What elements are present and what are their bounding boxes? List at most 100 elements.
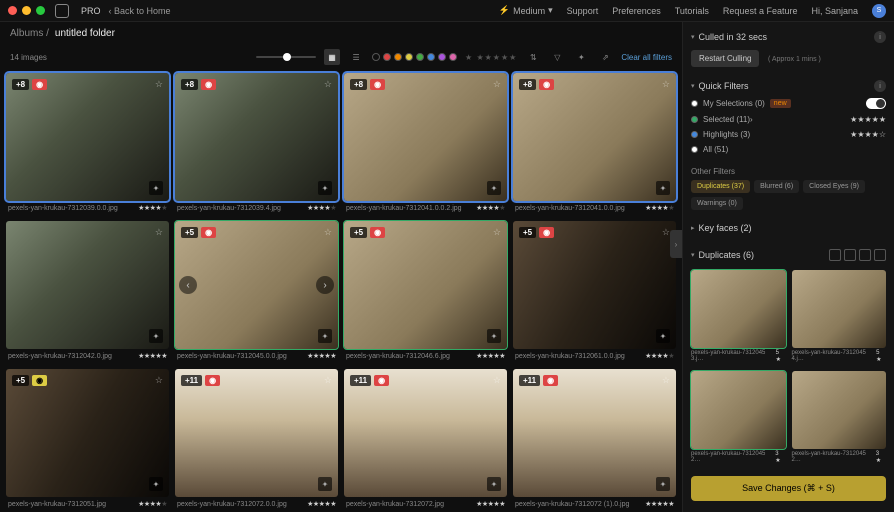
rating-stars[interactable]: ★★★★★ [645, 352, 674, 360]
spray-icon[interactable]: ✦ [318, 477, 332, 491]
image-card[interactable]: +11◉ ☆ ✦ pexels-yan-krukau-7312072.jpg★★… [344, 369, 507, 511]
star-icon[interactable]: ☆ [324, 227, 332, 238]
star-icon[interactable]: ☆ [493, 79, 501, 90]
color-orange[interactable] [394, 53, 402, 61]
spray-icon[interactable]: ✦ [656, 329, 670, 343]
spray-icon[interactable]: ✦ [149, 329, 163, 343]
grid-view-icon[interactable]: ▦ [324, 49, 340, 65]
info-icon[interactable]: i [874, 80, 886, 92]
spray-tool-icon[interactable]: ✦ [573, 49, 589, 65]
star-icon[interactable]: ☆ [662, 79, 670, 90]
star-icon[interactable]: ☆ [662, 375, 670, 386]
filter-pill[interactable]: Closed Eyes (9) [803, 180, 865, 193]
color-green[interactable] [416, 53, 424, 61]
clear-filters[interactable]: Clear all filters [621, 53, 672, 62]
culled-header[interactable]: ▾Culled in 32 secsi [691, 28, 886, 46]
filter-icon[interactable]: ▽ [549, 49, 565, 65]
image-card[interactable]: ☆ ✦ pexels-yan-krukau-7312042.0.jpg★★★★★ [6, 221, 169, 363]
quick-filters-header[interactable]: ▾Quick Filtersi [691, 77, 886, 95]
star-icon[interactable]: ☆ [324, 79, 332, 90]
nav-request[interactable]: Request a Feature [723, 6, 798, 16]
zoom-slider[interactable] [256, 56, 316, 58]
dup-view-1[interactable] [829, 249, 841, 261]
duplicates-header[interactable]: ▾Duplicates (6) [691, 246, 886, 264]
spray-icon[interactable]: ✦ [656, 181, 670, 195]
dup-view-2[interactable] [844, 249, 856, 261]
dup-view-4[interactable] [874, 249, 886, 261]
filter-toggle[interactable] [866, 98, 886, 109]
rating-stars[interactable]: ★★★★★ [476, 204, 505, 212]
duplicate-card[interactable]: pexels-yan-krukau-7312045 4.j…5 ★ [792, 270, 887, 365]
prev-arrow-icon[interactable]: ‹ [179, 276, 197, 294]
quick-filter-row[interactable]: Highlights (3) ★★★★☆ [691, 127, 886, 142]
key-faces-header[interactable]: ▸Key faces (2) [691, 220, 886, 236]
spray-icon[interactable]: ✦ [656, 477, 670, 491]
color-filter[interactable] [372, 53, 457, 61]
star-icon[interactable]: ☆ [155, 227, 163, 238]
back-to-home[interactable]: ‹ Back to Home [109, 6, 171, 16]
spray-icon[interactable]: ✦ [487, 181, 501, 195]
link-icon[interactable]: ⇗ [597, 49, 613, 65]
star-icon[interactable]: ☆ [155, 79, 163, 90]
rating-stars[interactable]: ★★★★★ [138, 500, 167, 508]
spray-icon[interactable]: ✦ [149, 477, 163, 491]
image-card[interactable]: +8◉ ☆ ✦ pexels-yan-krukau-7312041.0.0.2.… [344, 73, 507, 215]
nav-tutorials[interactable]: Tutorials [675, 6, 709, 16]
quick-filter-row[interactable]: All (51) [691, 142, 886, 157]
color-red[interactable] [383, 53, 391, 61]
quick-filter-row[interactable]: My Selections (0) new [691, 95, 886, 112]
filter-pill[interactable]: Blurred (6) [754, 180, 799, 193]
nav-preferences[interactable]: Preferences [612, 6, 661, 16]
rating-stars[interactable]: ★★★★★ [645, 500, 674, 508]
breadcrumb-albums[interactable]: Albums / [10, 28, 49, 39]
minimize-icon[interactable] [22, 6, 31, 15]
dup-view-3[interactable] [859, 249, 871, 261]
image-card[interactable]: +5◉ ☆ ✦ pexels-yan-krukau-7312051.jpg★★★… [6, 369, 169, 511]
image-card[interactable]: +8◉ ☆ ✦ pexels-yan-krukau-7312039.4.jpg★… [175, 73, 338, 215]
spray-icon[interactable]: ✦ [318, 181, 332, 195]
rating-stars[interactable]: ★★★★★ [476, 500, 505, 508]
rating-stars[interactable]: ★★★★★ [138, 204, 167, 212]
quick-filter-row[interactable]: Selected (11)› ★★★★★ [691, 112, 886, 127]
duplicate-card[interactable]: pexels-yan-krukau-7312045 2…3 ★ [792, 371, 887, 466]
spray-icon[interactable]: ✦ [318, 329, 332, 343]
rating-stars[interactable]: ★★★★★ [307, 352, 336, 360]
color-yellow[interactable] [405, 53, 413, 61]
next-arrow-icon[interactable]: › [316, 276, 334, 294]
color-blue[interactable] [427, 53, 435, 61]
star-icon[interactable]: ☆ [493, 227, 501, 238]
spray-icon[interactable]: ✦ [487, 329, 501, 343]
collapse-panel-icon[interactable]: › [670, 230, 682, 258]
spray-icon[interactable]: ✦ [487, 477, 501, 491]
save-changes-button[interactable]: Save Changes (⌘ + S) [691, 476, 886, 501]
close-icon[interactable] [8, 6, 17, 15]
image-card[interactable]: +8◉ ☆ ✦ pexels-yan-krukau-7312041.0.0.jp… [513, 73, 676, 215]
rating-stars[interactable]: ★★★★★ [476, 352, 505, 360]
duplicate-card[interactable]: pexels-yan-krukau-7312045 2…3 ★ [691, 371, 786, 466]
star-icon[interactable]: ☆ [493, 375, 501, 386]
image-card[interactable]: +5◉ ☆ ✦ pexels-yan-krukau-7312046.6.jpg★… [344, 221, 507, 363]
star-icon[interactable]: ☆ [662, 227, 670, 238]
nav-support[interactable]: Support [567, 6, 599, 16]
speed-toggle[interactable]: ⚡Medium ▾ [499, 5, 553, 16]
rating-stars[interactable]: ★★★★★ [307, 500, 336, 508]
rating-stars[interactable]: ★★★★★ [307, 204, 336, 212]
list-view-icon[interactable]: ☰ [348, 49, 364, 65]
image-card[interactable]: +5◉ ☆ ✦ ‹› pexels-yan-krukau-7312045.0.0… [175, 221, 338, 363]
star-icon[interactable]: ☆ [324, 375, 332, 386]
star-filter[interactable]: ★ ★★★★★ [465, 53, 517, 62]
info-icon[interactable]: i [874, 31, 886, 43]
maximize-icon[interactable] [36, 6, 45, 15]
color-pink[interactable] [449, 53, 457, 61]
spray-icon[interactable]: ✦ [149, 181, 163, 195]
color-none[interactable] [372, 53, 380, 61]
duplicate-card[interactable]: pexels-yan-krukau-7312045 3.j…5 ★ [691, 270, 786, 365]
restart-culling-button[interactable]: Restart Culling [691, 50, 759, 67]
filter-pill[interactable]: Warnings (0) [691, 197, 743, 210]
star-icon[interactable]: ☆ [155, 375, 163, 386]
image-card[interactable]: +11◉ ☆ ✦ pexels-yan-krukau-7312072 (1).0… [513, 369, 676, 511]
avatar[interactable]: S [872, 4, 886, 18]
image-card[interactable]: +8◉ ☆ ✦ pexels-yan-krukau-7312039.0.0.jp… [6, 73, 169, 215]
rating-stars[interactable]: ★★★★★ [138, 352, 167, 360]
sort-icon[interactable]: ⇅ [525, 49, 541, 65]
